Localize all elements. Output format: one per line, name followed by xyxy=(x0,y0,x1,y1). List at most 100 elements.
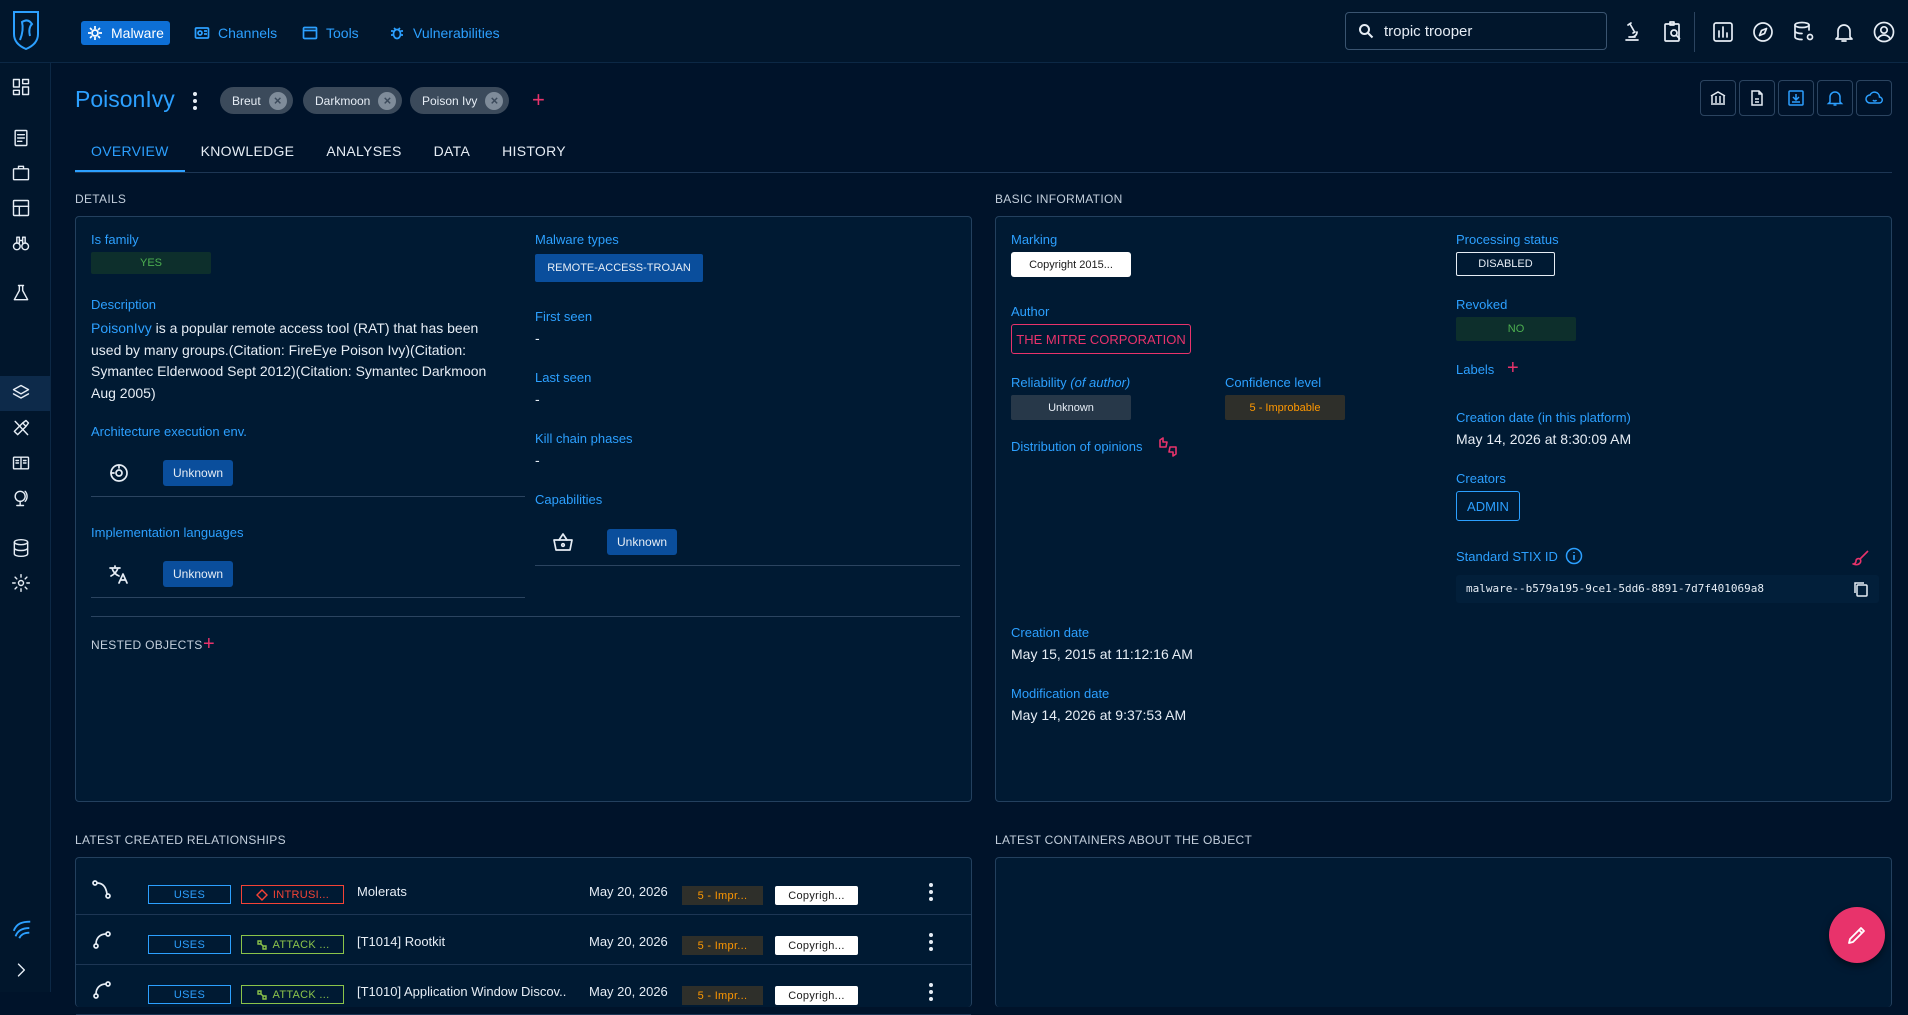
translate-icon xyxy=(109,565,128,584)
database-settings-icon[interactable] xyxy=(1792,20,1816,44)
relationship-row[interactable]: USES ATTACK ... [T1014] Rootkit May 20, … xyxy=(76,915,971,965)
description-link[interactable]: PoisonIvy xyxy=(91,320,152,336)
entity-type-tag: ATTACK ... xyxy=(241,985,344,1004)
kill-chain-value: - xyxy=(535,452,540,468)
data-icon[interactable] xyxy=(11,538,31,558)
last-seen-value: - xyxy=(535,391,540,407)
cloud-refresh-icon xyxy=(1865,91,1883,104)
info-icon[interactable] xyxy=(1565,547,1583,565)
add-nested-object-plus-icon[interactable]: + xyxy=(203,634,215,654)
processing-status-label: Processing status xyxy=(1456,232,1559,247)
microscope-icon[interactable] xyxy=(1620,20,1644,44)
entities-icon[interactable] xyxy=(11,453,31,473)
edit-fab-button[interactable] xyxy=(1829,907,1885,963)
confidence-value: 5 - Improbable xyxy=(1225,395,1345,420)
author-label: Author xyxy=(1011,304,1050,319)
creator-chip[interactable]: ADMIN xyxy=(1456,491,1520,521)
dashboard-icon[interactable] xyxy=(11,77,31,97)
add-label-plus-icon[interactable]: + xyxy=(1507,358,1519,378)
compass-icon[interactable] xyxy=(1751,20,1775,44)
search-field[interactable]: tropic trooper xyxy=(1345,12,1607,50)
entity-tabs: OVERVIEW KNOWLEDGE ANALYSES DATA HISTORY xyxy=(75,140,582,172)
chip-remove-icon[interactable]: × xyxy=(268,91,287,110)
cloud-sync-action-button[interactable] xyxy=(1856,80,1892,116)
chip-remove-icon[interactable]: × xyxy=(485,91,504,110)
description-label: Description xyxy=(91,297,157,312)
entity-type-tag: ATTACK ... xyxy=(241,935,344,954)
creation-date-label: Creation date xyxy=(1011,625,1090,640)
confidence-tag: 5 - Impr... xyxy=(682,986,763,1005)
relationship-date: May 20, 2026 xyxy=(589,934,668,949)
alias-chip-label: Darkmoon xyxy=(315,93,371,108)
dashboard-chart-icon[interactable] xyxy=(1711,20,1735,44)
divider xyxy=(91,597,525,598)
architecture-value: Unknown xyxy=(163,460,234,486)
download-action-button[interactable] xyxy=(1778,80,1814,116)
more-vertical-icon[interactable] xyxy=(927,982,935,1002)
tab-history[interactable]: HISTORY xyxy=(486,140,582,172)
observations-binoculars-icon[interactable] xyxy=(11,233,31,253)
tab-analyses[interactable]: ANALYSES xyxy=(310,140,417,172)
nav-tools-button[interactable]: Tools xyxy=(296,21,365,45)
modification-date-value: May 14, 2026 at 9:37:53 AM xyxy=(1011,707,1187,723)
nav-vulnerabilities-button[interactable]: Vulnerabilities xyxy=(383,21,506,45)
relationship-target-name[interactable]: Molerats xyxy=(357,884,407,899)
details-section-title: DETAILS xyxy=(75,192,127,206)
sector-action-button[interactable] xyxy=(1700,80,1736,116)
more-vertical-icon[interactable] xyxy=(189,90,201,112)
more-vertical-icon[interactable] xyxy=(927,932,935,952)
locations-globe-icon[interactable] xyxy=(11,488,31,508)
search-input[interactable]: tropic trooper xyxy=(1384,23,1472,40)
clipboard-search-icon[interactable] xyxy=(1661,20,1685,44)
basic-info-panel: Marking Copyright 2015... Author THE MIT… xyxy=(995,216,1892,802)
more-vertical-icon[interactable] xyxy=(927,882,935,902)
chip-remove-icon[interactable]: × xyxy=(378,91,397,110)
analyses-icon[interactable] xyxy=(11,128,31,148)
relationship-row[interactable]: USES ATTACK ... [T1010] Application Wind… xyxy=(76,965,971,1015)
implementation-languages-label: Implementation languages xyxy=(91,525,244,540)
relationship-type-tag: USES xyxy=(148,985,231,1004)
attack-pattern-icon xyxy=(256,989,267,1000)
tab-knowledge[interactable]: KNOWLEDGE xyxy=(185,140,311,172)
relationship-target-name[interactable]: [T1014] Rootkit xyxy=(357,934,445,949)
bank-icon xyxy=(1710,91,1726,105)
arsenal-layers-icon[interactable] xyxy=(11,383,31,403)
export-file-button[interactable] xyxy=(1739,80,1775,116)
tab-data[interactable]: DATA xyxy=(418,140,486,172)
labels-label: Labels xyxy=(1456,362,1495,377)
bug-report-icon xyxy=(391,27,403,40)
bell-icon[interactable] xyxy=(1832,20,1856,44)
attack-pattern-icon xyxy=(256,939,267,950)
alias-chip[interactable]: Darkmoon × xyxy=(303,87,403,114)
opinions-thumbs-icon[interactable] xyxy=(1157,437,1179,457)
malware-types-label: Malware types xyxy=(535,232,619,247)
techniques-tools-icon[interactable] xyxy=(11,418,31,438)
settings-gear-icon[interactable] xyxy=(11,573,31,593)
nav-channels-button[interactable]: Channels xyxy=(188,21,283,45)
filigran-logo-icon[interactable] xyxy=(11,918,33,940)
add-alias-plus-icon[interactable]: + xyxy=(532,89,545,111)
edit-brush-icon[interactable] xyxy=(1852,549,1870,567)
app-logo-icon[interactable] xyxy=(10,10,42,50)
search-icon xyxy=(1359,24,1374,39)
author-chip[interactable]: THE MITRE CORPORATION xyxy=(1011,324,1191,354)
nav-malware-button[interactable]: Malware xyxy=(81,21,170,45)
expand-chevron-right-icon[interactable] xyxy=(11,960,31,980)
threats-flask-icon[interactable] xyxy=(11,283,31,303)
copy-icon[interactable] xyxy=(1852,580,1870,598)
description-text: PoisonIvy is a popular remote access too… xyxy=(91,320,487,401)
alias-chip[interactable]: Poison Ivy × xyxy=(410,87,510,114)
notification-action-button[interactable] xyxy=(1817,80,1853,116)
events-icon[interactable] xyxy=(11,198,31,218)
relationship-date: May 20, 2026 xyxy=(589,884,668,899)
account-icon[interactable] xyxy=(1872,20,1896,44)
nav-channels-label: Channels xyxy=(218,25,278,41)
containers-panel xyxy=(995,857,1892,1007)
relationship-arrow-icon xyxy=(92,880,111,899)
relationship-row[interactable]: USES INTRUSI... Molerats May 20, 2026 5 … xyxy=(76,865,971,915)
alias-chip[interactable]: Breut × xyxy=(220,87,293,114)
cases-icon[interactable] xyxy=(11,163,31,183)
basic-info-section-title: BASIC INFORMATION xyxy=(995,192,1123,206)
tab-overview[interactable]: OVERVIEW xyxy=(75,140,185,172)
platform-creation-date-value: May 14, 2026 at 8:30:09 AM xyxy=(1456,431,1632,447)
